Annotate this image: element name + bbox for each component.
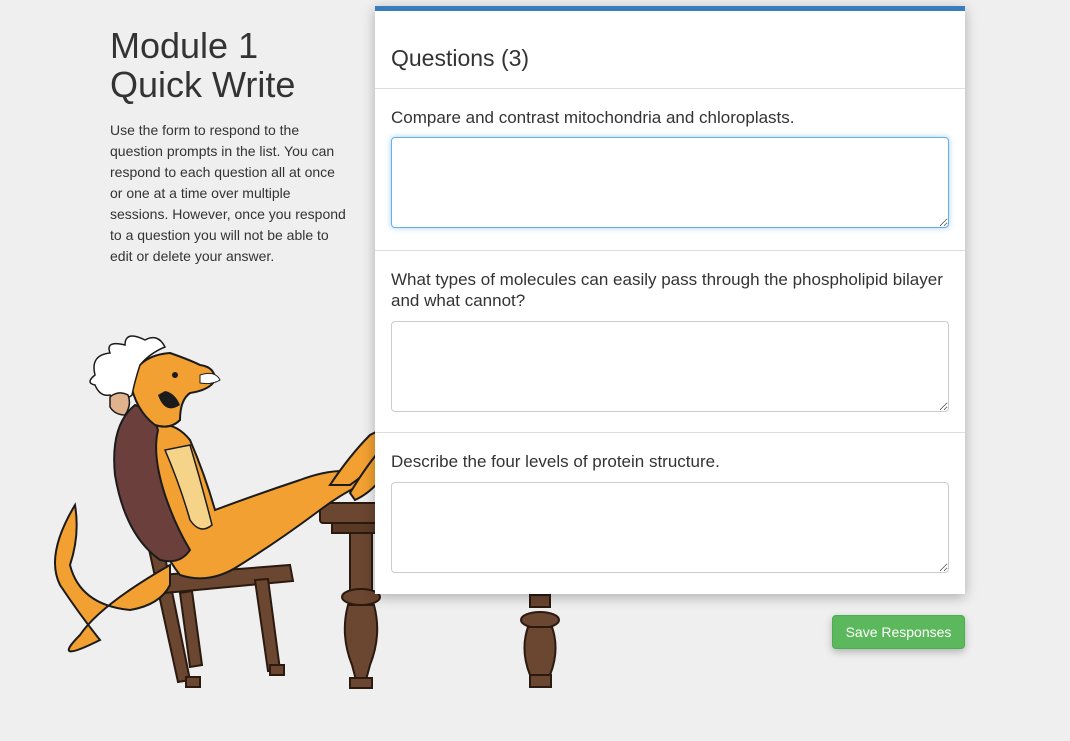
questions-panel: Questions (3) Compare and contrast mitoc…	[375, 6, 965, 594]
instructions-text: Use the form to respond to the question …	[110, 122, 346, 264]
intro-section: Module 1 Quick Write Use the form to res…	[110, 26, 350, 267]
question-prompt: Compare and contrast mitochondria and ch…	[391, 108, 795, 127]
question-prompt: Describe the four levels of protein stru…	[391, 452, 720, 471]
answer-textarea[interactable]	[391, 482, 949, 573]
page-title-line2: Quick Write	[110, 64, 296, 105]
questions-title: Questions (3)	[391, 45, 530, 71]
save-responses-button[interactable]: Save Responses	[832, 615, 965, 649]
answer-textarea[interactable]	[391, 321, 949, 412]
questions-panel-header: Questions (3)	[375, 11, 965, 89]
question-item: Compare and contrast mitochondria and ch…	[375, 89, 965, 251]
question-item: What types of molecules can easily pass …	[375, 251, 965, 433]
quick-write-page: Module 1 Quick Write Use the form to res…	[0, 0, 1070, 741]
question-item: Describe the four levels of protein stru…	[375, 433, 965, 594]
question-prompt: What types of molecules can easily pass …	[391, 270, 943, 310]
page-title: Module 1 Quick Write	[110, 26, 350, 104]
page-title-line1: Module 1	[110, 25, 259, 66]
answer-textarea[interactable]	[391, 137, 949, 228]
